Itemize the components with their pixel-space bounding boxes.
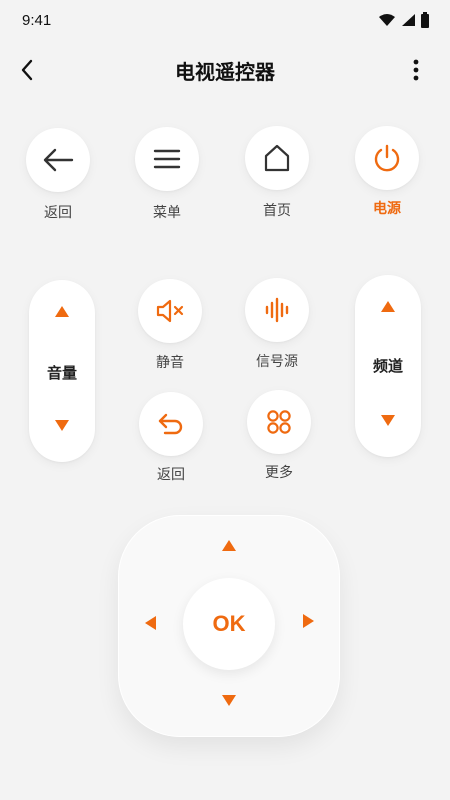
battery-icon	[421, 12, 429, 28]
return-label: 返回	[157, 467, 185, 483]
arrow-left-icon	[43, 148, 74, 172]
mute-icon	[156, 299, 184, 323]
menu-button[interactable]	[135, 127, 199, 191]
wifi-icon	[379, 14, 395, 26]
dpad-right-button[interactable]	[296, 609, 320, 633]
menu-label: 菜单	[153, 205, 181, 221]
channel-down-button[interactable]	[355, 415, 421, 426]
volume-up-button[interactable]	[29, 306, 95, 317]
dpad: OK	[118, 515, 340, 737]
back-key-button[interactable]	[26, 128, 90, 192]
triangle-up-icon	[222, 539, 236, 551]
volume-label: 音量	[46, 364, 77, 382]
page-title: 电视遥控器	[175, 60, 275, 84]
volume-down-button[interactable]	[29, 420, 95, 431]
status-icons	[378, 12, 430, 28]
mute-label: 静音	[156, 355, 184, 371]
triangle-right-icon	[302, 614, 314, 628]
mute-button[interactable]	[138, 279, 202, 343]
dpad-left-button[interactable]	[138, 611, 162, 635]
triangle-down-icon	[55, 420, 69, 431]
power-label: 电源	[373, 201, 401, 217]
triangle-down-icon	[381, 415, 395, 426]
channel-up-button[interactable]	[355, 301, 421, 312]
dpad-down-button[interactable]	[217, 688, 241, 712]
dpad-up-button[interactable]	[217, 533, 241, 557]
power-button[interactable]	[355, 126, 419, 190]
volume-rocker: 音量	[29, 280, 95, 462]
menu-icon	[153, 149, 181, 169]
signal-source-label: 信号源	[256, 354, 298, 370]
signal-source-button[interactable]	[245, 278, 309, 342]
triangle-down-icon	[222, 694, 236, 706]
grid-icon	[267, 410, 291, 434]
triangle-up-icon	[55, 306, 69, 317]
home-icon	[264, 144, 290, 172]
status-bar: 9:41	[0, 0, 450, 40]
more-button[interactable]	[247, 390, 311, 454]
home-button[interactable]	[245, 126, 309, 190]
home-label: 首页	[263, 203, 291, 219]
power-icon	[374, 144, 400, 172]
signal-icon	[402, 14, 415, 26]
return-icon	[158, 413, 183, 435]
more-vertical-icon	[413, 59, 419, 81]
more-label: 更多	[265, 465, 293, 481]
channel-label: 频道	[372, 357, 403, 375]
app-header: 电视遥控器	[0, 44, 450, 96]
triangle-up-icon	[381, 301, 395, 312]
channel-rocker: 频道	[355, 275, 421, 457]
return-button[interactable]	[139, 392, 203, 456]
triangle-left-icon	[144, 616, 156, 630]
more-options-button[interactable]	[406, 56, 426, 84]
status-time: 9:41	[22, 11, 52, 29]
signal-source-icon	[265, 297, 289, 323]
back-key-label: 返回	[44, 205, 72, 221]
ok-button[interactable]: OK	[183, 578, 275, 670]
